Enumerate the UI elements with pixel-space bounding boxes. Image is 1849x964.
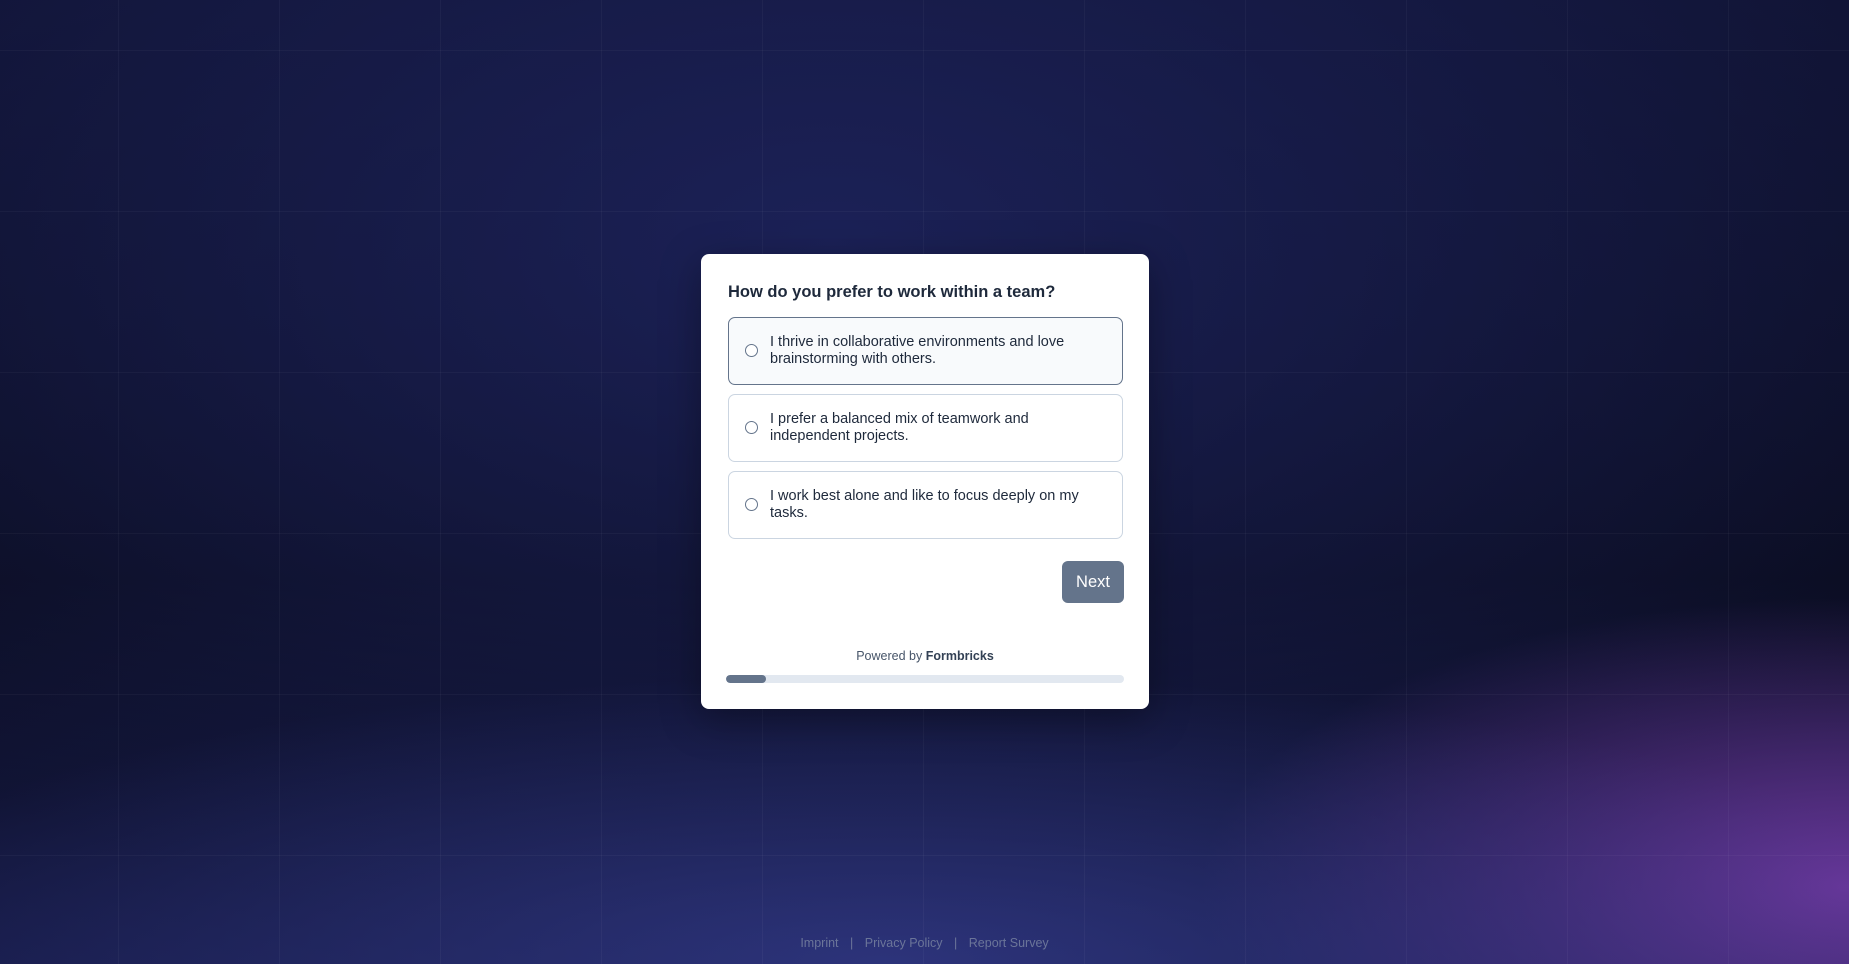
option-label: I prefer a balanced mix of teamwork and … xyxy=(770,411,1029,444)
option-balanced[interactable]: I prefer a balanced mix of teamwork and … xyxy=(728,394,1123,462)
imprint-link[interactable]: Imprint xyxy=(800,936,838,950)
powered-by-prefix: Powered by xyxy=(856,649,923,663)
radio-collaborative[interactable] xyxy=(745,344,758,357)
option-collaborative[interactable]: I thrive in collaborative environments a… xyxy=(728,317,1123,385)
question-heading: How do you prefer to work within a team? xyxy=(728,283,1056,301)
option-alone[interactable]: I work best alone and like to focus deep… xyxy=(728,471,1123,539)
powered-by: Powered by Formbricks xyxy=(701,649,1149,663)
radio-balanced[interactable] xyxy=(745,421,758,434)
report-survey-link[interactable]: Report Survey xyxy=(969,936,1049,950)
footer-separator: | xyxy=(954,936,958,950)
survey-card: How do you prefer to work within a team?… xyxy=(701,254,1149,709)
option-label: I thrive in collaborative environments a… xyxy=(770,334,1065,367)
progress-fill xyxy=(726,675,766,683)
next-button[interactable]: Next xyxy=(1062,561,1124,603)
powered-by-brand[interactable]: Formbricks xyxy=(926,649,994,663)
page-footer: Imprint | Privacy Policy | Report Survey xyxy=(0,936,1849,950)
footer-separator: | xyxy=(850,936,854,950)
progress-bar xyxy=(726,675,1124,683)
radio-alone[interactable] xyxy=(745,498,758,511)
privacy-policy-link[interactable]: Privacy Policy xyxy=(865,936,943,950)
option-label: I work best alone and like to focus deep… xyxy=(770,488,1079,521)
